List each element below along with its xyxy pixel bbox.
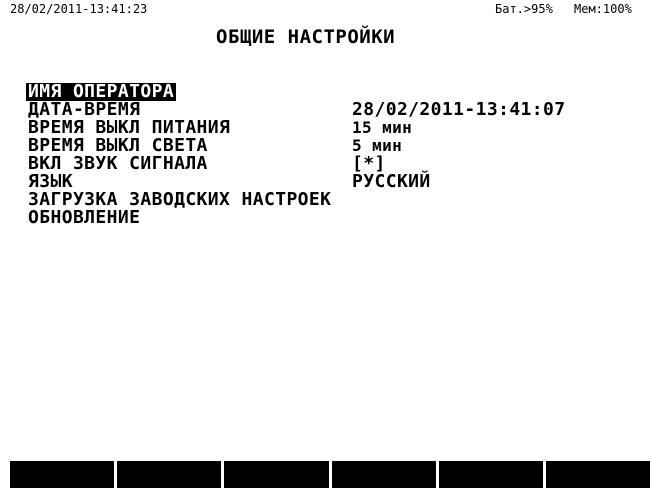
softkey-5[interactable]: [438, 461, 543, 488]
menu-item-label: ОБНОВЛЕНИЕ: [28, 207, 141, 228]
softkey-3[interactable]: [224, 461, 329, 488]
menu-item-value: РУССКИЙ: [352, 171, 431, 192]
menu-item-update[interactable]: ОБНОВЛЕНИЕ: [26, 209, 333, 227]
softkey-4[interactable]: [331, 461, 436, 488]
status-battery: Бат.>95%: [495, 2, 553, 16]
page-title: ОБЩИЕ НАСТРОЙКИ: [216, 26, 396, 48]
softkey-6[interactable]: [545, 461, 650, 488]
settings-menu: ИМЯ ОПЕРАТОРА ДАТА-ВРЕМЯ 28/02/2011-13:4…: [26, 83, 565, 227]
softkey-2[interactable]: [117, 461, 222, 488]
menu-item-value: 28/02/2011-13:41:07: [352, 99, 566, 120]
status-datetime: 28/02/2011-13:41:23: [10, 2, 148, 16]
menu-item-value: 15 мин: [352, 118, 413, 137]
status-memory: Мем:100%: [574, 2, 632, 16]
device-screen: 28/02/2011-13:41:23 Бат.>95% Мем:100% ОБ…: [0, 0, 650, 488]
softkey-1[interactable]: [10, 461, 115, 488]
softkey-bar: [10, 461, 650, 488]
